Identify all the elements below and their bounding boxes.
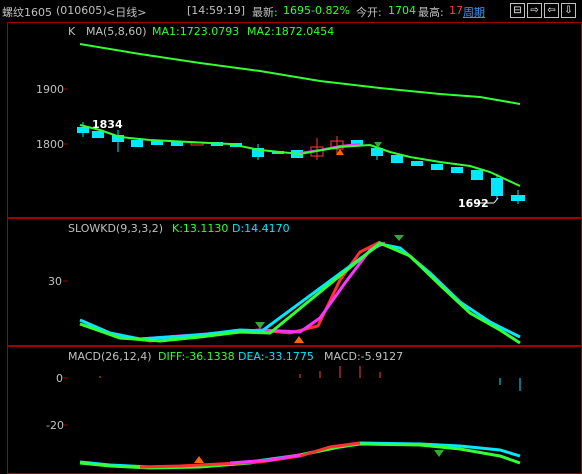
kd-buy-arrow-icon xyxy=(294,336,304,343)
macd-sell-arrow-icon xyxy=(434,450,444,457)
kd-green-line xyxy=(79,241,521,345)
price-low-annotation: 1692 xyxy=(458,197,489,210)
macd-red-segment xyxy=(139,441,361,469)
kd-top-arrow-icon xyxy=(394,235,404,241)
chart-graphics xyxy=(63,43,525,470)
macd-buy-arrow-icon xyxy=(194,456,204,463)
tick-marks xyxy=(63,88,68,426)
kd-d-line xyxy=(79,242,521,341)
price-high-annotation: 1834 xyxy=(92,118,123,131)
kd-k-line xyxy=(79,240,381,343)
macd-bars xyxy=(99,366,521,391)
kd-sell-arrow-icon xyxy=(255,322,265,329)
candlesticks xyxy=(77,122,525,204)
ma60-line xyxy=(79,43,521,105)
